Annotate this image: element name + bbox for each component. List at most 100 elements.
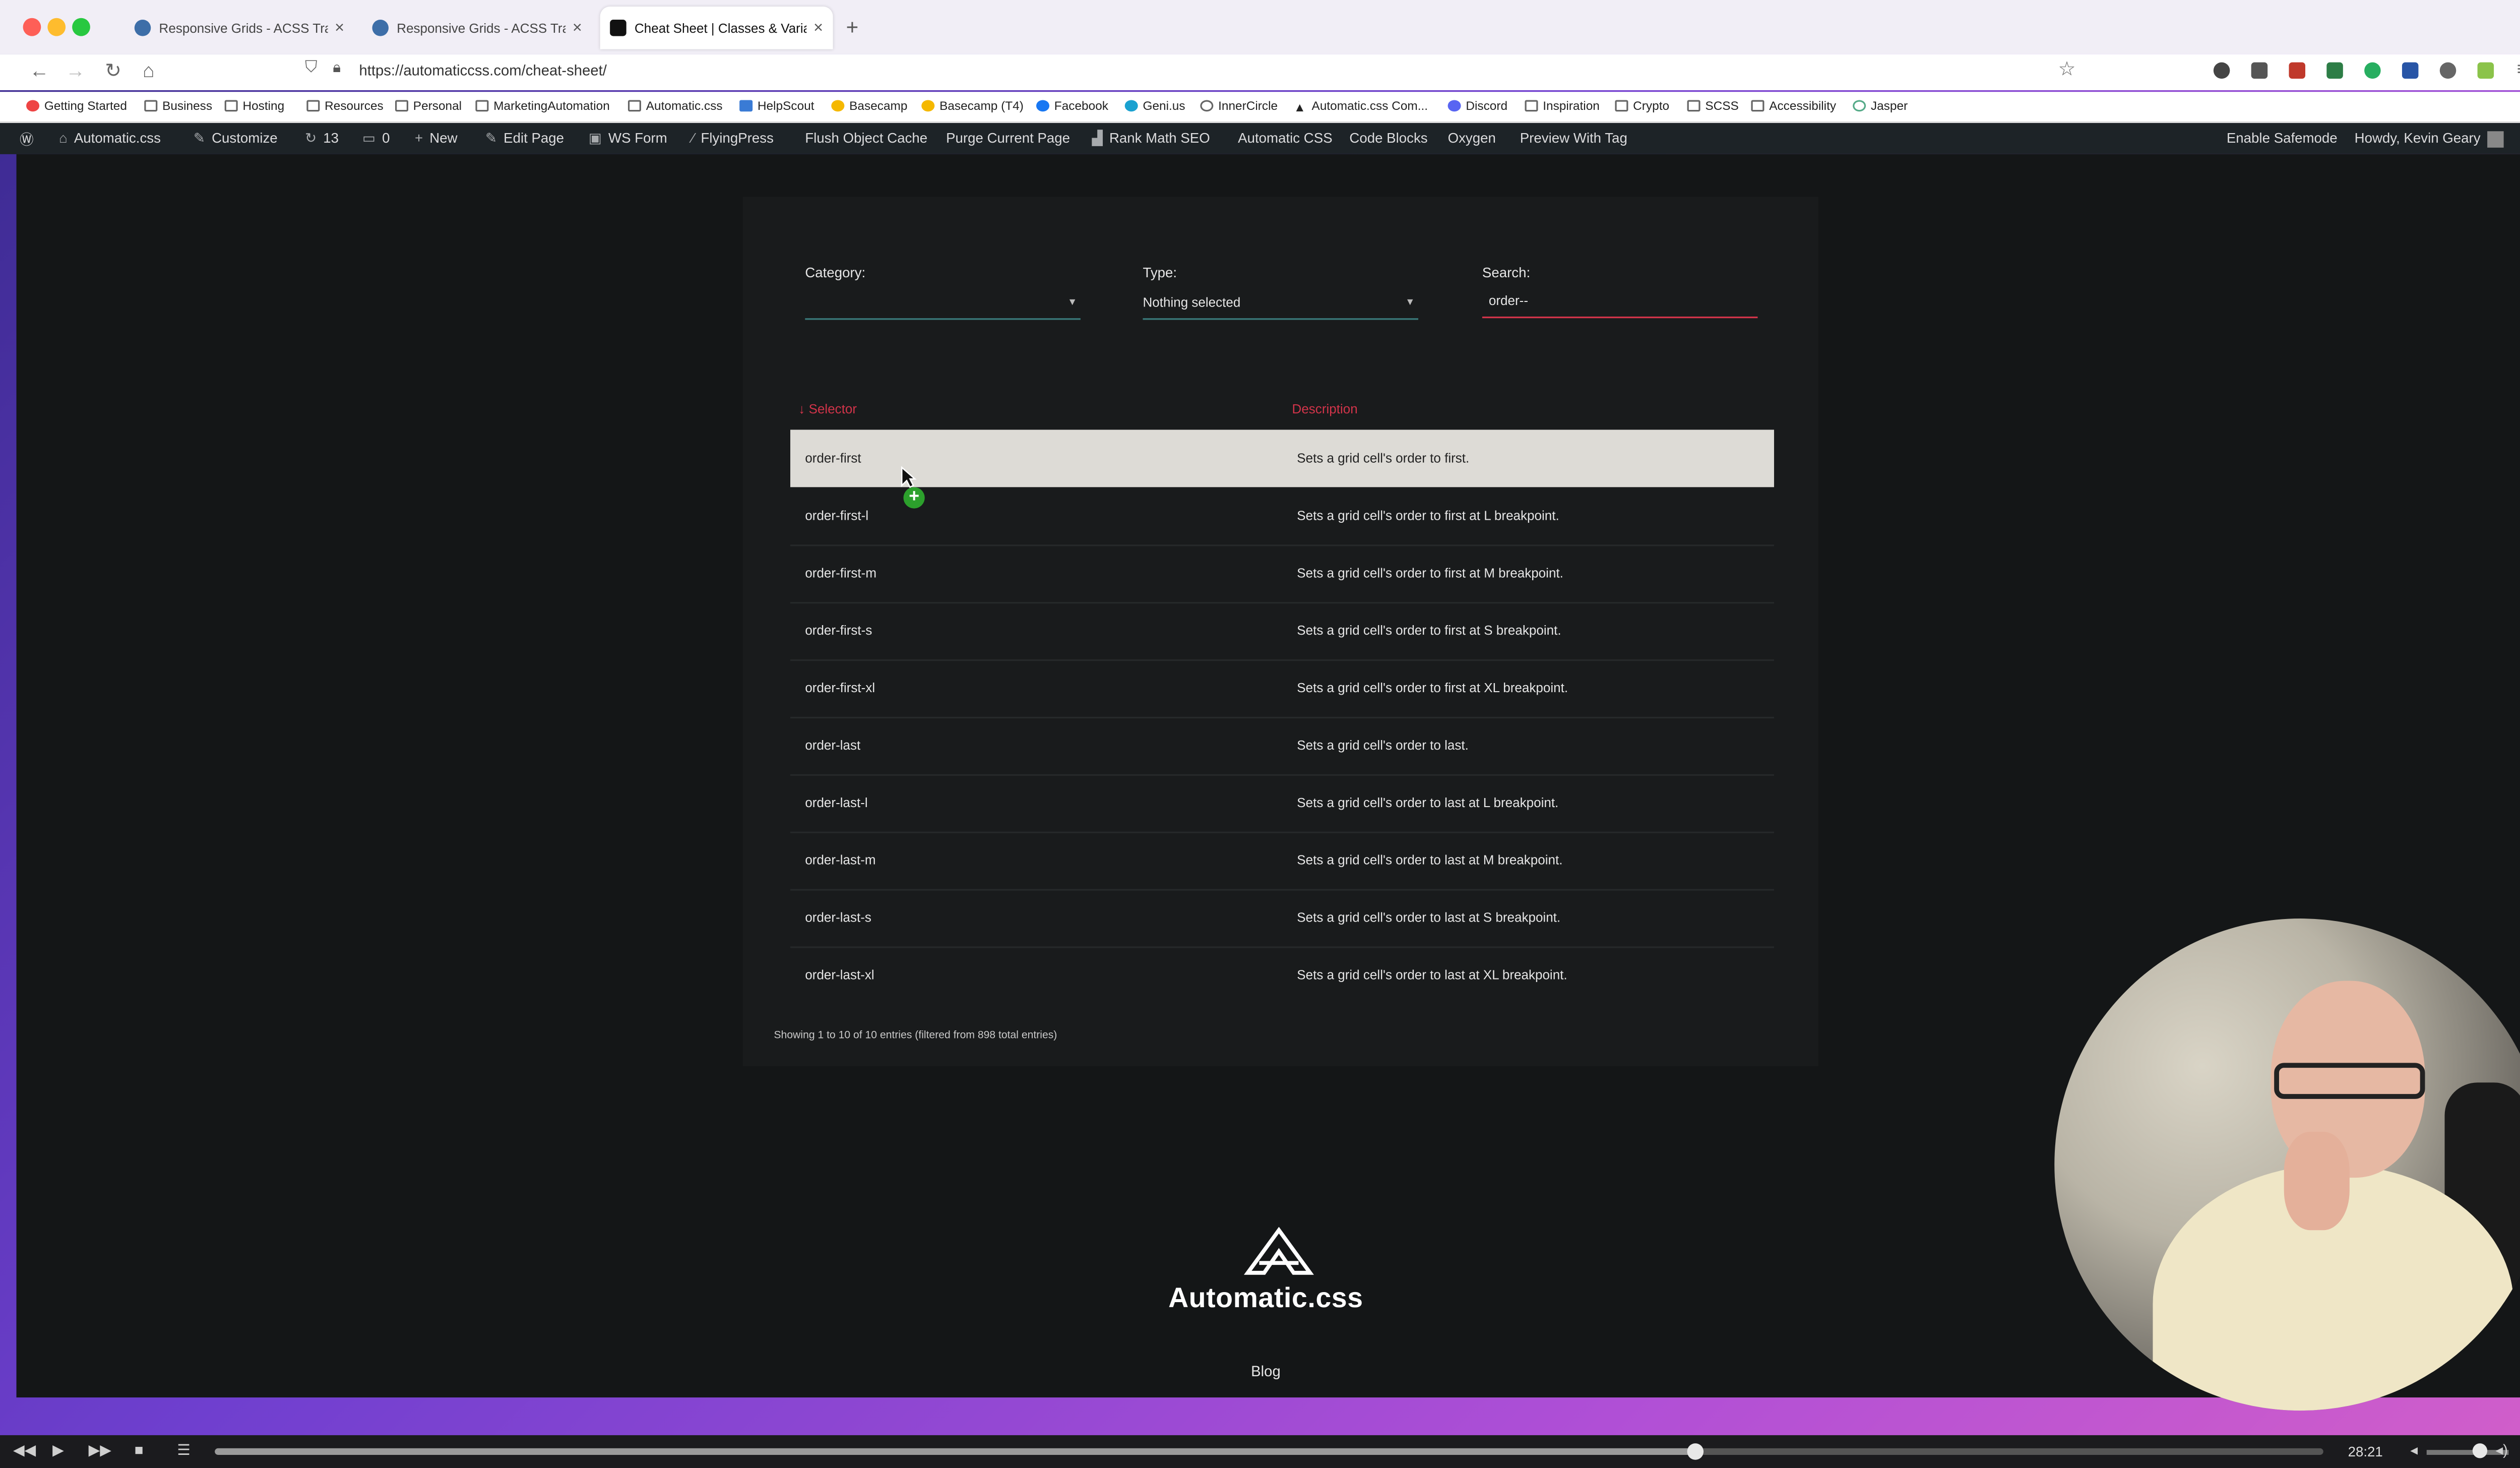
wp-wsform-menu[interactable]: ▣ WS Form (589, 130, 667, 148)
play-icon[interactable]: ▶ (52, 1442, 64, 1460)
volume-low-icon[interactable]: ◂ (2410, 1442, 2418, 1460)
close-window-button[interactable] (23, 18, 41, 36)
url-text[interactable]: https://automaticcss.com/cheat-sheet/ (359, 63, 606, 79)
wp-site-menu[interactable]: ⌂ Automatic.css (59, 130, 161, 146)
wp-edit-page-link[interactable]: ✎ Edit Page (485, 130, 564, 148)
table-row[interactable]: order-first-s Sets a grid cell's order t… (790, 602, 1774, 661)
browser-tab-active[interactable]: Cheat Sheet | Classes & Variab × (600, 7, 833, 49)
table-row[interactable]: order-last-m Sets a grid cell's order to… (790, 832, 1774, 891)
wp-rankmath-menu[interactable]: ▟ Rank Math SEO (1092, 130, 1210, 148)
column-header-description[interactable]: Description (1292, 402, 1358, 416)
menu-icon[interactable]: ≡ (2517, 57, 2520, 81)
minimize-window-button[interactable] (47, 18, 66, 36)
lock-icon[interactable]: 🔒︎ (333, 59, 341, 77)
close-tab-icon[interactable]: × (813, 19, 823, 37)
zoom-window-button[interactable] (72, 18, 90, 36)
wp-customize-link[interactable]: ✎ Customize (194, 130, 278, 148)
table-row[interactable]: order-first-l Sets a grid cell's order t… (790, 487, 1774, 546)
wp-comments-link[interactable]: ▭ 0 (362, 130, 390, 148)
bookmark-folder[interactable]: Inspiration (1525, 98, 1600, 113)
fast-forward-icon[interactable]: ▶▶ (89, 1442, 111, 1460)
bookmark-item[interactable]: Basecamp (T4) (921, 98, 1024, 113)
extension-icon[interactable] (2477, 62, 2494, 79)
table-row[interactable]: order-last Sets a grid cell's order to l… (790, 717, 1774, 776)
new-tab-icon[interactable]: + (846, 15, 859, 39)
eyedropper-icon[interactable] (2251, 62, 2268, 79)
bookmark-folder[interactable]: Business (144, 98, 212, 113)
wp-account-menu[interactable]: Howdy, Kevin Geary (2355, 130, 2504, 148)
browser-tab[interactable]: Responsive Grids - ACSS Traini × (124, 7, 354, 49)
footer-blog-link[interactable]: Blog (1213, 1363, 1318, 1380)
bookmark-item[interactable]: HelpScout (739, 98, 814, 113)
video-progress-bar[interactable] (215, 1443, 2323, 1460)
table-row[interactable]: order-first Sets a grid cell's order to … (790, 430, 1774, 487)
wp-acss-menu[interactable]: Automatic CSS (1238, 130, 1333, 146)
bookmark-item[interactable]: Facebook (1036, 98, 1108, 113)
bookmark-item[interactable]: ▲ Automatic.css Com... (1294, 98, 1428, 115)
bookmark-item[interactable]: InnerCircle (1200, 98, 1278, 113)
rewind-icon[interactable]: ◀◀ (13, 1442, 36, 1460)
bookmark-folder[interactable]: Resources (306, 98, 384, 113)
type-select[interactable]: Nothing selected ▼ (1143, 295, 1419, 320)
browser-tab[interactable]: Responsive Grids - ACSS Traini × (362, 7, 592, 49)
wp-flush-cache-link[interactable]: Flush Object Cache (805, 130, 927, 146)
wp-preview-tag-link[interactable]: Preview With Tag (1520, 130, 1627, 146)
table-row[interactable]: order-last-xl Sets a grid cell's order t… (790, 946, 1774, 1004)
wp-flyingpress-menu[interactable]: ⁄ FlyingPress (692, 130, 774, 146)
bookmark-folder[interactable]: Accessibility (1751, 98, 1836, 113)
extension-icon[interactable] (2326, 62, 2343, 79)
back-icon[interactable]: ← (30, 59, 49, 82)
address-bar[interactable]: ⛉ 🔒︎ https://automaticcss.com/cheat-shee… (302, 57, 2089, 87)
table-row[interactable]: order-first-xl Sets a grid cell's order … (790, 659, 1774, 719)
profile-icon[interactable] (2439, 62, 2456, 79)
bookmark-star-icon[interactable]: ☆ (2058, 57, 2076, 81)
wordpress-logo-icon[interactable]: Ⓦ (20, 130, 34, 149)
bookmark-folder[interactable]: Automatic.css (627, 98, 723, 113)
bookmark-folder[interactable]: Crypto (1615, 98, 1669, 113)
bookmark-item[interactable]: Geni.us (1124, 98, 1185, 113)
bookmark-folder[interactable]: SCSS (1687, 98, 1739, 113)
extension-icon[interactable] (2364, 62, 2381, 79)
close-tab-icon[interactable]: × (335, 19, 344, 37)
add-plus-icon: + (903, 487, 925, 509)
folder-icon (224, 100, 238, 112)
search-input[interactable]: order-- (1482, 293, 1758, 319)
table-row[interactable]: order-last-l Sets a grid cell's order to… (790, 774, 1774, 833)
wp-updates-link[interactable]: ↻ 13 (305, 130, 339, 148)
volume-handle[interactable] (2472, 1443, 2488, 1458)
search-value: order-- (1488, 293, 1529, 309)
video-scrubber-handle[interactable] (1686, 1443, 1704, 1460)
wp-new-menu[interactable]: + New (415, 130, 458, 146)
list-icon[interactable]: ☰ (177, 1442, 190, 1460)
stop-icon[interactable]: ■ (135, 1442, 144, 1458)
table-row[interactable]: order-last-s Sets a grid cell's order to… (790, 889, 1774, 948)
footer-brand[interactable]: Automatic.css (1115, 1282, 1417, 1315)
bookmark-label: Automatic.css (646, 98, 723, 113)
bookmark-folder[interactable]: Hosting (224, 98, 284, 113)
category-select[interactable]: ▼ (805, 295, 1081, 320)
table-row[interactable]: order-first-m Sets a grid cell's order t… (790, 544, 1774, 604)
wordpress-icon (372, 20, 389, 36)
bookmark-item[interactable]: Basecamp (831, 98, 907, 113)
description-cell: Sets a grid cell's order to first at L b… (1297, 508, 1559, 523)
volume-high-icon[interactable]: ◂) (2495, 1442, 2507, 1460)
bookmark-folder[interactable]: MarketingAutomation (475, 98, 610, 113)
wp-purge-page-link[interactable]: Purge Current Page (946, 130, 1070, 146)
shield-icon[interactable]: ⛉ (305, 59, 317, 77)
wp-safemode-link[interactable]: Enable Safemode (2227, 130, 2338, 146)
wp-oxygen-menu[interactable]: Oxygen (1448, 130, 1496, 146)
home-icon[interactable]: ⌂ (143, 59, 155, 82)
close-tab-icon[interactable]: × (573, 19, 582, 37)
extension-icon[interactable] (2289, 62, 2305, 79)
wp-codeblocks-menu[interactable]: Code Blocks (1349, 130, 1427, 146)
extension-icon[interactable] (2402, 62, 2419, 79)
extension-icon[interactable] (2213, 62, 2230, 79)
bookmark-item[interactable]: Discord (1447, 98, 1507, 113)
bookmark-item[interactable]: Getting Started (26, 98, 127, 113)
bookmark-folder[interactable]: Personal (395, 98, 462, 113)
automaticcss-icon (610, 20, 626, 36)
reload-icon[interactable]: ↻ (105, 59, 121, 82)
forward-icon[interactable]: → (66, 59, 85, 82)
column-header-selector[interactable]: ↓ Selector (798, 402, 857, 416)
bookmark-item[interactable]: Jasper (1853, 98, 1908, 113)
